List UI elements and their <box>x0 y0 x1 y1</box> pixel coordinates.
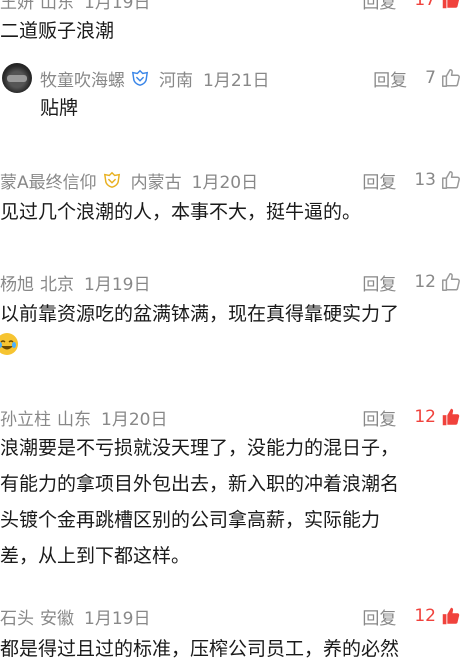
comment-line: 以前靠资源吃的盆满钵满，现在真得靠硬实力了 <box>0 303 400 325</box>
like-count: 17 <box>414 0 436 10</box>
comment-actions: 回复 17 <box>362 0 462 13</box>
thumbs-up-icon[interactable] <box>440 67 462 89</box>
reply-button[interactable]: 回复 <box>373 66 407 91</box>
location: 山东 <box>57 409 91 430</box>
comment-line: 差，从上到下都这样。 <box>0 545 191 567</box>
comment-actions: 回复 12 <box>362 269 462 295</box>
thumbs-up-filled-icon[interactable] <box>440 406 462 428</box>
comment-line: 贴牌 <box>40 97 79 119</box>
like-count: 12 <box>414 407 436 427</box>
comment-line: 都是得过且过的标准，压榨公司员工，养的必然 <box>0 638 400 660</box>
comment-text: 见过几个浪潮的人，本事不大，挺牛逼的。 <box>0 194 361 230</box>
comment-actions: 回复 7 <box>373 65 462 91</box>
thumbs-up-icon[interactable] <box>440 271 462 293</box>
reply-button[interactable]: 回复 <box>362 405 396 430</box>
comment-actions: 回复 12 <box>362 404 462 430</box>
comment-meta: 石头 安徽 1月19日 <box>0 603 160 629</box>
location: 内蒙古 <box>130 172 182 193</box>
location: 山东 <box>40 0 74 13</box>
laughing-crying-emoji-icon <box>0 333 18 355</box>
like-count: 12 <box>414 606 436 626</box>
like-count: 12 <box>414 272 436 292</box>
username[interactable]: 孙立柱 <box>0 405 51 430</box>
username[interactable]: 王妍 <box>0 0 34 13</box>
comment-line: 头镀个金再跳槽区别的公司拿高薪，实际能力 <box>0 509 381 531</box>
date: 1月20日 <box>191 172 259 193</box>
reply-button[interactable]: 回复 <box>362 604 396 629</box>
comment-text: 贴牌 <box>40 90 78 126</box>
comment-meta: 孙立柱 山东 1月20日 <box>0 404 177 430</box>
like-count: 7 <box>425 68 436 88</box>
location: 北京 <box>40 274 74 295</box>
thumbs-up-filled-icon[interactable] <box>440 605 462 627</box>
comment-text: 以前靠资源吃的盆满钵满，现在真得靠硬实力了 <box>0 296 399 332</box>
comment-actions: 回复 12 <box>362 603 462 629</box>
avatar[interactable] <box>2 63 32 93</box>
like-count: 13 <box>414 170 436 190</box>
location: 安徽 <box>40 608 74 629</box>
verified-badge-icon <box>131 69 149 86</box>
comment-meta: 牧童吹海螺 河南 1月21日 <box>40 65 279 91</box>
thumbs-up-filled-icon[interactable] <box>440 0 462 11</box>
reply-button[interactable]: 回复 <box>362 270 396 295</box>
date: 1月20日 <box>101 409 168 430</box>
comment-text: 都是得过且过的标准，压榨公司员工，养的必然 <box>0 631 399 667</box>
comment-text: 二道贩子浪潮 <box>0 13 114 49</box>
username[interactable]: 牧童吹海螺 <box>40 66 125 91</box>
reply-button[interactable]: 回复 <box>362 0 396 13</box>
date: 1月19日 <box>84 608 151 629</box>
date: 1月19日 <box>84 0 151 13</box>
comment-meta: 杨旭 北京 1月19日 <box>0 269 160 295</box>
verified-badge-icon <box>103 171 120 188</box>
comment-text: 浪潮要是不亏损就没天理了，没能力的混日子， 有能力的拿项目外包出去，新入职的冲着… <box>0 430 399 574</box>
username[interactable]: 杨旭 <box>0 270 34 295</box>
reply-button[interactable]: 回复 <box>362 168 396 193</box>
date: 1月19日 <box>84 274 151 295</box>
comment-line: 见过几个浪潮的人，本事不大，挺牛逼的。 <box>0 201 362 223</box>
comment-line: 二道贩子浪潮 <box>0 20 115 42</box>
comment-line: 有能力的拿项目外包出去，新入职的冲着浪潮名 <box>0 473 400 495</box>
comment-actions: 回复 13 <box>362 167 462 193</box>
comment-line: 浪潮要是不亏损就没天理了，没能力的混日子， <box>0 437 400 459</box>
comment-meta: 王妍 山东 1月19日 <box>0 0 160 13</box>
date: 1月21日 <box>203 70 270 91</box>
comment-meta: 蒙A最终信仰 内蒙古 1月20日 <box>0 167 268 193</box>
location: 河南 <box>159 70 193 91</box>
username[interactable]: 蒙A最终信仰 <box>0 168 97 193</box>
thumbs-up-icon[interactable] <box>440 169 462 191</box>
username[interactable]: 石头 <box>0 604 34 629</box>
